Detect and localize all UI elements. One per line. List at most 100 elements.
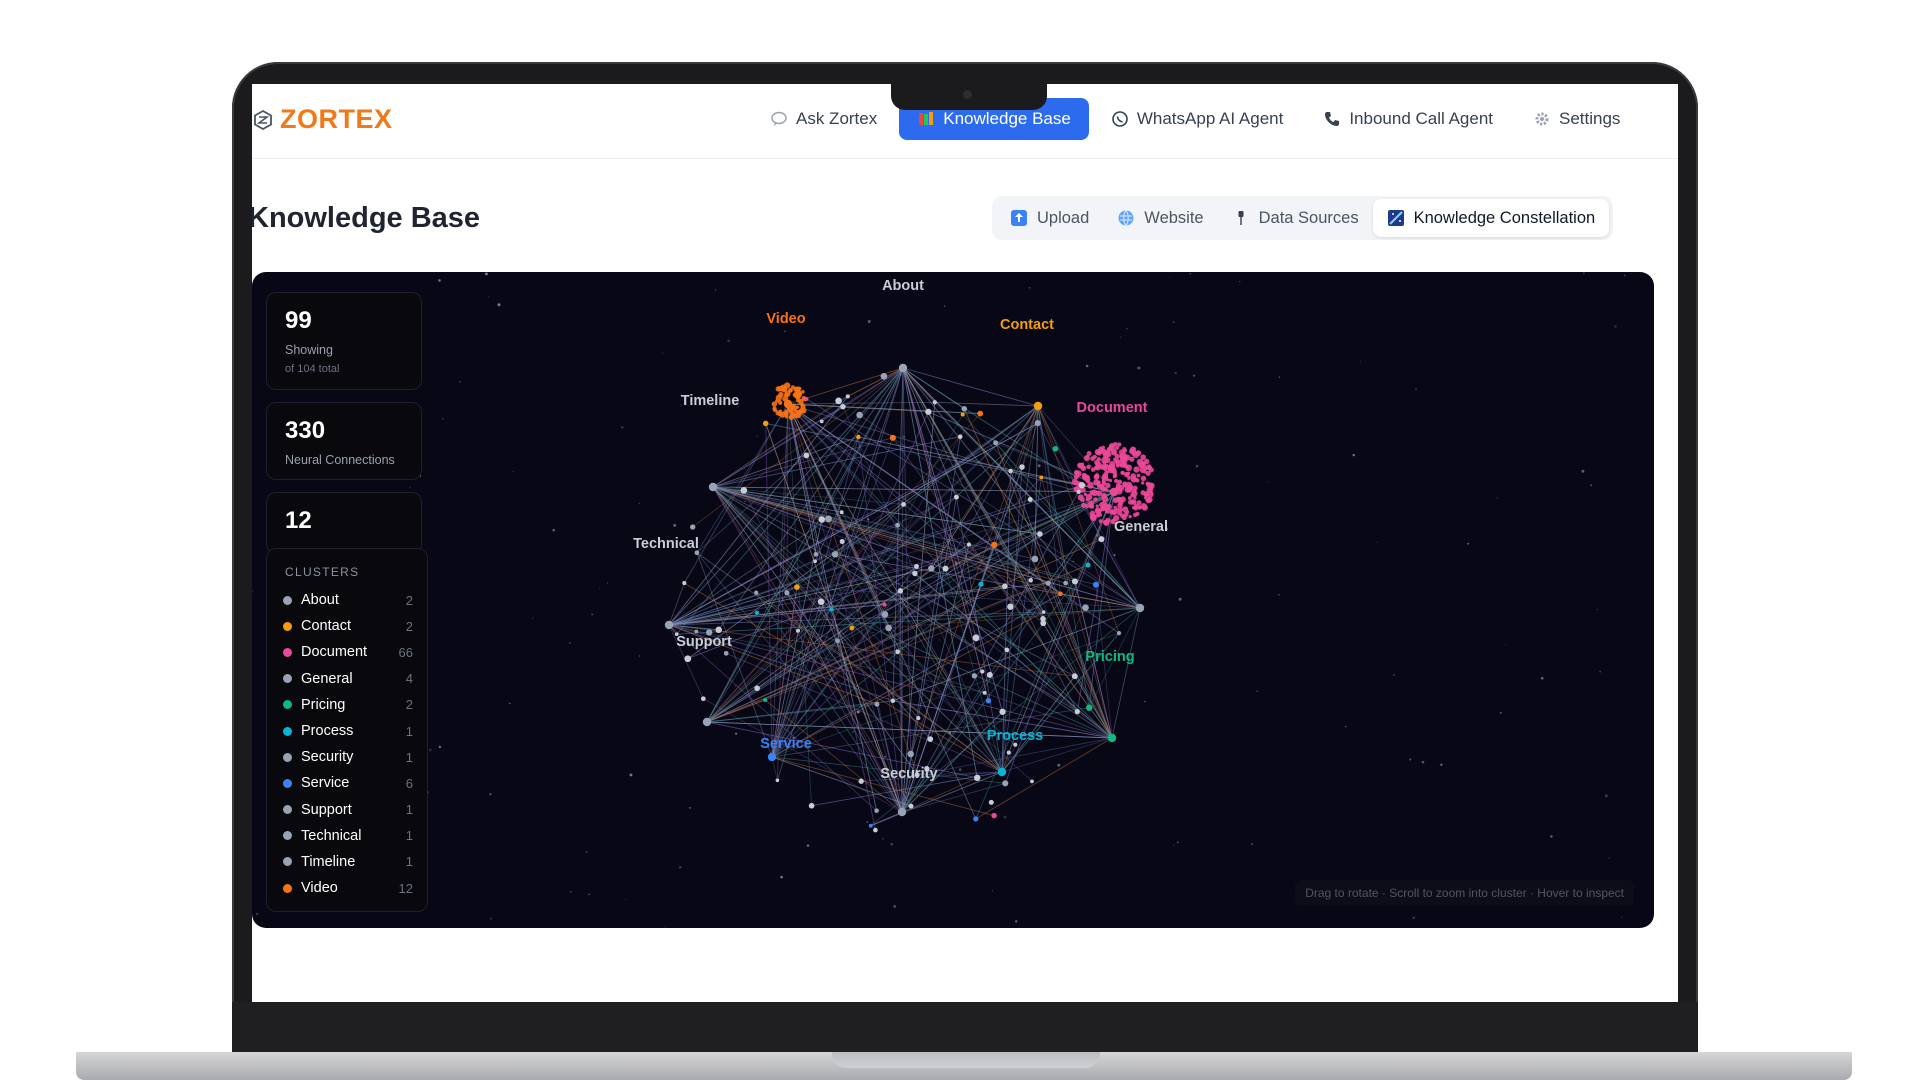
graph-node[interactable] (1004, 647, 1010, 653)
graph-node[interactable] (980, 669, 985, 674)
graph-node[interactable] (754, 610, 759, 615)
document-cluster-node[interactable] (1090, 456, 1095, 461)
graph-node[interactable] (856, 411, 863, 419)
graph-node[interactable] (1085, 562, 1091, 568)
document-cluster-node[interactable] (1138, 461, 1145, 469)
graph-node[interactable] (1063, 580, 1068, 586)
document-cluster-node[interactable] (1122, 481, 1128, 487)
graph-node[interactable] (754, 590, 759, 595)
document-cluster-node[interactable] (1131, 451, 1136, 456)
graph-node[interactable] (942, 565, 949, 572)
document-cluster-node[interactable] (1093, 497, 1098, 502)
document-cluster-node[interactable] (1143, 491, 1150, 498)
graph-node[interactable] (977, 410, 984, 417)
tab-upload[interactable]: Upload (996, 199, 1103, 237)
document-cluster-node[interactable] (1122, 506, 1129, 513)
document-cluster-node[interactable] (1089, 510, 1096, 517)
graph-node[interactable] (925, 408, 932, 415)
graph-node[interactable] (1006, 750, 1011, 755)
document-cluster-node[interactable] (1080, 497, 1085, 503)
video-cluster-node[interactable] (778, 400, 783, 405)
graph-node[interactable] (1052, 445, 1059, 452)
document-cluster-node[interactable] (1085, 504, 1090, 509)
document-cluster-node[interactable] (1104, 507, 1111, 514)
document-cluster-node[interactable] (1107, 464, 1115, 471)
graph-node[interactable] (825, 515, 832, 523)
graph-node[interactable] (882, 602, 887, 607)
document-cluster-node[interactable] (1111, 450, 1117, 456)
graph-node[interactable] (813, 551, 819, 557)
video-cluster-node[interactable] (784, 415, 789, 419)
graph-node[interactable] (1058, 591, 1063, 597)
knowledge-constellation-panel[interactable]: About Video Contact Timeline Document Ge… (252, 272, 1654, 928)
cluster-hub-node[interactable] (767, 752, 777, 762)
document-cluster-node[interactable] (1130, 493, 1135, 498)
graph-node[interactable] (908, 803, 914, 809)
document-cluster-node[interactable] (1098, 519, 1103, 524)
document-cluster-node[interactable] (1117, 442, 1122, 447)
video-cluster-node[interactable] (792, 393, 797, 397)
document-cluster-node[interactable] (1080, 462, 1085, 467)
graph-node[interactable] (1082, 604, 1089, 612)
graph-node[interactable] (804, 396, 809, 401)
graph-node[interactable] (682, 581, 687, 586)
document-cluster-node[interactable] (1124, 472, 1130, 478)
graph-label-general[interactable]: General (1114, 519, 1168, 535)
cluster-hub-node[interactable] (1135, 603, 1145, 613)
graph-node[interactable] (1034, 420, 1041, 427)
graph-node[interactable] (985, 698, 992, 704)
document-cluster-node[interactable] (1073, 474, 1079, 480)
video-cluster-node[interactable] (783, 409, 789, 415)
graph-node[interactable] (831, 551, 839, 558)
document-cluster-node[interactable] (1149, 486, 1154, 491)
document-cluster-node[interactable] (1117, 479, 1123, 485)
document-cluster-node[interactable] (1086, 450, 1092, 457)
cluster-item-contact[interactable]: Contact 2 (283, 613, 413, 639)
nav-inbound-call-agent[interactable]: Inbound Call Agent (1305, 98, 1511, 140)
graph-node[interactable] (916, 716, 921, 721)
document-cluster-node[interactable] (1145, 464, 1152, 471)
document-cluster-node[interactable] (1113, 505, 1117, 510)
cluster-item-video[interactable]: Video 12 (283, 875, 413, 901)
graph-node[interactable] (1116, 631, 1122, 636)
graph-node[interactable] (901, 502, 906, 507)
graph-node[interactable] (874, 808, 879, 813)
document-cluster-node[interactable] (1102, 474, 1109, 480)
graph-node[interactable] (740, 487, 748, 494)
nav-settings[interactable]: Settings (1515, 98, 1638, 140)
cluster-hub-node[interactable] (997, 767, 1007, 777)
cluster-item-general[interactable]: General 4 (283, 666, 413, 692)
graph-node[interactable] (1078, 482, 1086, 489)
video-cluster-node[interactable] (788, 414, 794, 421)
graph-node[interactable] (856, 434, 861, 440)
graph-label-process[interactable]: Process (987, 728, 1043, 744)
graph-node[interactable] (978, 581, 984, 587)
graph-label-support[interactable]: Support (676, 634, 732, 650)
graph-node[interactable] (819, 419, 824, 424)
graph-node[interactable] (763, 697, 768, 703)
graph-node[interactable] (1019, 464, 1025, 470)
document-cluster-node[interactable] (1071, 478, 1079, 486)
cluster-item-technical[interactable]: Technical 1 (283, 823, 413, 849)
document-cluster-node[interactable] (1115, 464, 1120, 468)
video-cluster-node[interactable] (800, 403, 804, 407)
graph-label-video[interactable]: Video (766, 311, 805, 327)
graph-node[interactable] (1027, 497, 1033, 502)
graph-label-technical[interactable]: Technical (633, 536, 699, 552)
cluster-item-process[interactable]: Process 1 (283, 718, 413, 744)
graph-node[interactable] (1071, 578, 1078, 585)
document-cluster-node[interactable] (1095, 490, 1103, 497)
graph-node[interactable] (873, 827, 878, 833)
graph-node[interactable] (754, 685, 760, 692)
graph-node[interactable] (890, 698, 896, 704)
document-cluster-node[interactable] (1095, 508, 1102, 515)
graph-label-timeline[interactable]: Timeline (681, 393, 740, 409)
cluster-item-about[interactable]: About 2 (283, 587, 413, 613)
document-cluster-node[interactable] (1140, 475, 1147, 482)
graph-label-document[interactable]: Document (1077, 400, 1148, 416)
graph-node[interactable] (858, 778, 864, 784)
video-cluster-node[interactable] (778, 412, 782, 417)
graph-node[interactable] (912, 570, 918, 577)
video-cluster-node[interactable] (795, 405, 800, 409)
graph-node[interactable] (932, 400, 937, 405)
